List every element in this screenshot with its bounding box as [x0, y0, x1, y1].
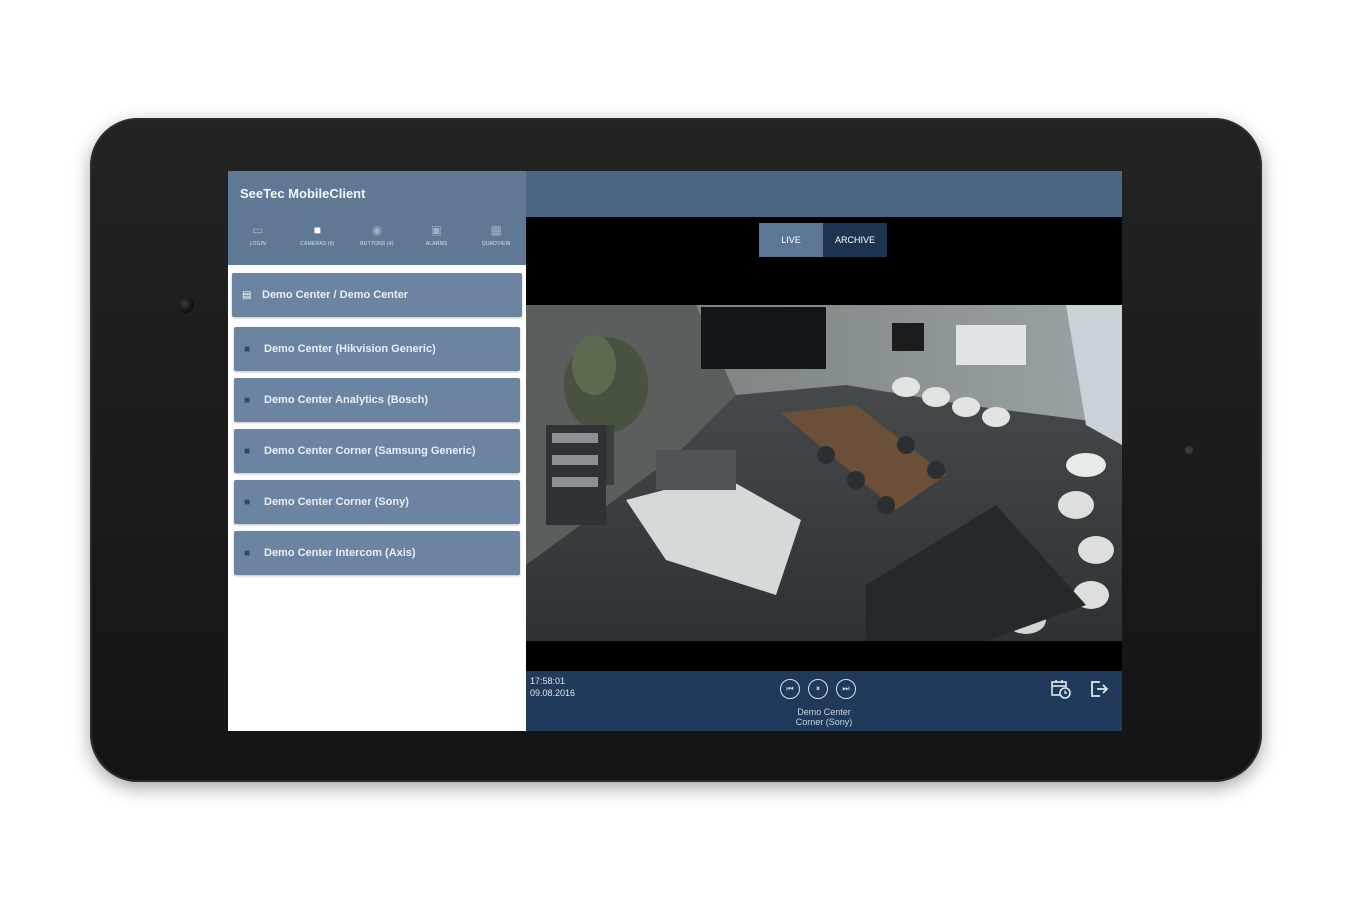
- list-item[interactable]: ■ Demo Center (Hikvision Generic): [234, 327, 520, 371]
- camera-icon: ■: [244, 394, 251, 406]
- app-header: SeeTec MobileClient ▭ LOGIN ■ CAMERAS (6…: [228, 171, 526, 265]
- list-item[interactable]: ■ Demo Center Intercom (Axis): [234, 531, 520, 575]
- video-header: [526, 171, 1122, 217]
- camera-feed-image: [526, 305, 1122, 641]
- tab-label: CAMERAS (6): [300, 241, 335, 247]
- pause-button[interactable]: ⏸: [808, 679, 828, 699]
- live-button[interactable]: LIVE: [759, 223, 823, 257]
- app-title: SeeTec MobileClient: [240, 186, 366, 201]
- list-item-label: Demo Center Corner (Sony): [264, 496, 409, 508]
- list-item-group[interactable]: ▤ Demo Center / Demo Center: [232, 273, 522, 317]
- list-item[interactable]: ■ Demo Center Corner (Samsung Generic): [234, 429, 520, 473]
- skip-forward-icon: ⏭: [842, 684, 850, 693]
- date-text: 09.08.2016: [530, 688, 576, 698]
- calendar-clock-icon[interactable]: [1050, 678, 1072, 700]
- list-item-label: Demo Center Intercom (Axis): [264, 547, 416, 559]
- tab-buttons[interactable]: ◉ BUTTONS (4): [347, 223, 407, 259]
- skip-back-icon: ⏮: [786, 684, 794, 693]
- pause-icon: ⏸: [816, 684, 820, 693]
- bar-actions: [1050, 678, 1110, 700]
- camera-video[interactable]: [526, 305, 1122, 641]
- camera-icon: ■: [244, 445, 251, 457]
- playback-controls: ⏮ ⏸ ⏭: [780, 679, 856, 699]
- playback-bar: 17:58:01 09.08.2016 ⏮ ⏸ ⏭ Demo Center Co…: [526, 671, 1122, 731]
- exit-icon[interactable]: [1088, 678, 1110, 700]
- folder-icon: ▤: [242, 289, 252, 301]
- list-item[interactable]: ■ Demo Center Analytics (Bosch): [234, 378, 520, 422]
- video-panel: LIVE ARCHIVE 17:58:01 09.08.2016 ⏮ ⏸ ⏭ D…: [526, 171, 1122, 731]
- front-camera: [178, 297, 194, 313]
- list-item-label: Demo Center / Demo Center: [262, 289, 409, 301]
- caption-line-2: Corner (Sony): [795, 717, 853, 727]
- app-screen: SeeTec MobileClient ▭ LOGIN ■ CAMERAS (6…: [228, 171, 1122, 731]
- nav-tabs: ▭ LOGIN ■ CAMERAS (6) ◉ BUTTONS (4) ▣ AL…: [228, 223, 526, 259]
- camera-caption: Demo Center Corner (Sony): [526, 707, 1122, 727]
- buttons-icon: ◉: [371, 223, 383, 237]
- tab-cameras[interactable]: ■ CAMERAS (6): [288, 223, 348, 259]
- skip-back-button[interactable]: ⏮: [780, 679, 800, 699]
- skip-forward-button[interactable]: ⏭: [836, 679, 856, 699]
- tab-label: LOGIN: [249, 241, 267, 247]
- timestamp: 17:58:01 09.08.2016: [530, 675, 575, 699]
- caption-line-1: Demo Center: [797, 707, 851, 717]
- mode-toggle: LIVE ARCHIVE: [759, 223, 887, 257]
- camera-icon: ■: [313, 223, 322, 237]
- camera-icon: ■: [244, 343, 251, 355]
- tab-label: ALARMS: [425, 241, 448, 247]
- tab-alarms[interactable]: ▣ ALARMS: [407, 223, 467, 259]
- list-item-label: Demo Center (Hikvision Generic): [264, 343, 436, 355]
- time-text: 17:58:01: [530, 676, 566, 686]
- camera-icon: ■: [244, 496, 251, 508]
- sensor-dot: [1185, 446, 1193, 454]
- quadview-icon: ▦: [490, 223, 502, 237]
- archive-button[interactable]: ARCHIVE: [823, 223, 887, 257]
- tab-label: BUTTONS (4): [360, 241, 394, 247]
- list-item-label: Demo Center Corner (Samsung Generic): [264, 445, 476, 457]
- left-panel: SeeTec MobileClient ▭ LOGIN ■ CAMERAS (6…: [228, 171, 526, 731]
- tab-login[interactable]: ▭ LOGIN: [228, 223, 288, 259]
- tab-label: QUADVIEW: [481, 241, 511, 247]
- list-item-label: Demo Center Analytics (Bosch): [264, 394, 429, 406]
- camera-icon: ■: [244, 547, 251, 559]
- alarm-icon: ▣: [430, 223, 443, 237]
- login-icon: ▭: [252, 223, 264, 237]
- list-item[interactable]: ■ Demo Center Corner (Sony): [234, 480, 520, 524]
- tab-quadview[interactable]: ▦ QUADVIEW: [466, 223, 526, 259]
